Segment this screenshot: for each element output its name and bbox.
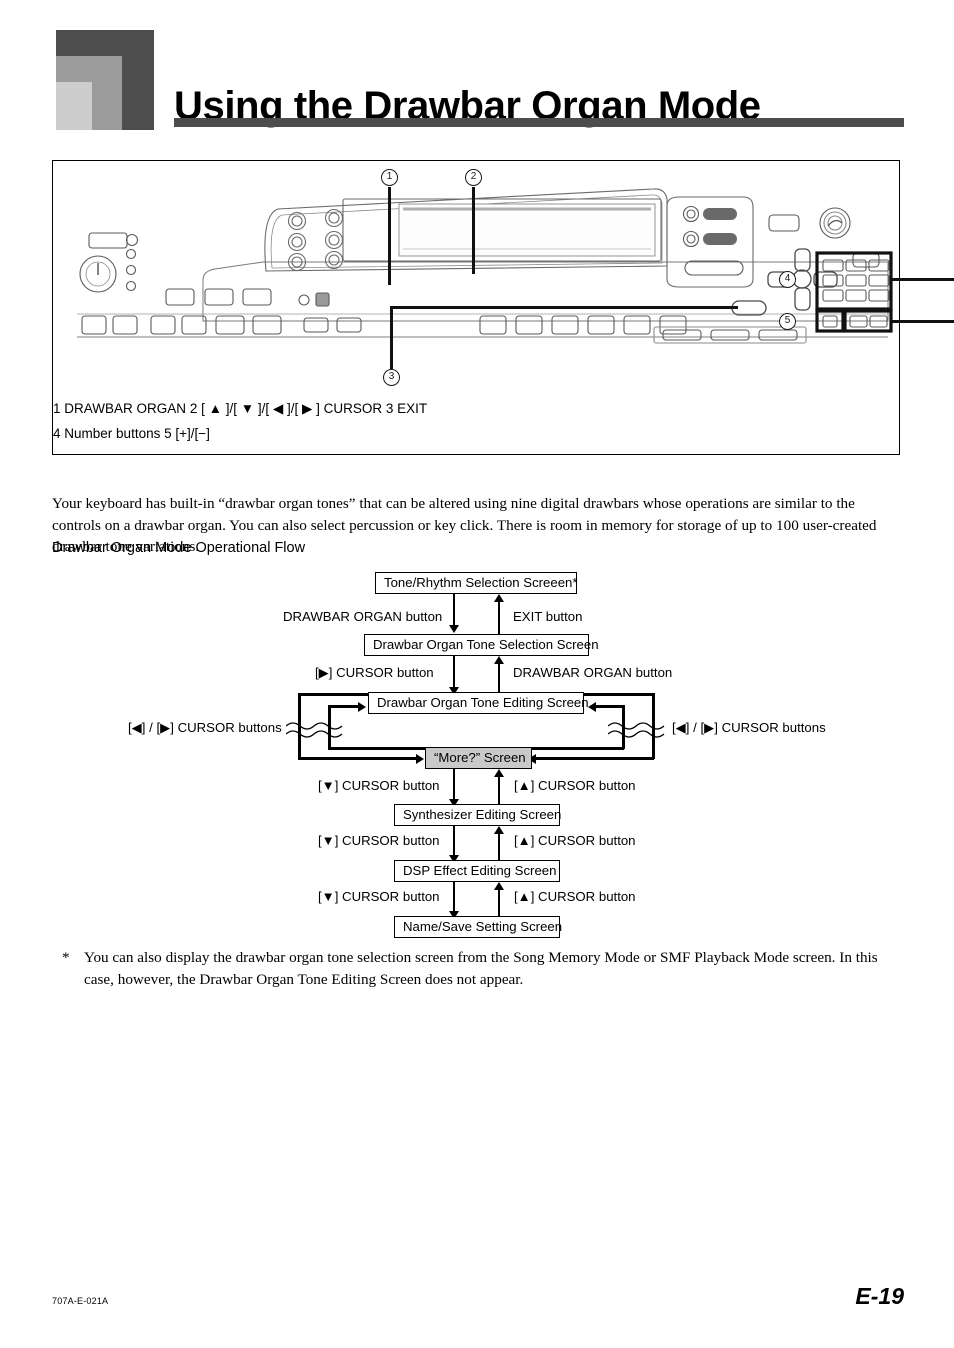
legend-index-2: 2: [189, 401, 198, 416]
flow-label-exit-up: EXIT button: [513, 609, 583, 624]
flow-line-up-2: [498, 660, 500, 696]
flow-arrow-up-2: [494, 656, 504, 664]
flow-line-up-4: [498, 830, 500, 863]
flow-line-up-1: [498, 598, 500, 634]
legend-index-4: 4: [53, 426, 61, 441]
flow-line-up-3: [498, 773, 500, 807]
legend-label-number-buttons: Number buttons: [64, 426, 161, 441]
legend-index-1: 1: [53, 401, 61, 416]
flowchart-heading: Drawbar Organ Mode Operational Flow: [52, 540, 306, 556]
flow-loop-inner-right-bottom: [522, 747, 624, 750]
header-square-light: [56, 82, 92, 130]
flow-box-name-save-setting: Name/Save Setting Screen: [394, 916, 562, 938]
callout-line-2: [472, 187, 475, 274]
legend-row: 1 DRAWBAR ORGAN 2 [ ▲ ]/[ ▼ ]/[ ◀ ]/[ ▶ …: [53, 401, 901, 426]
legend-row: 4 Number buttons 5 [+]/[−]: [53, 426, 901, 451]
flow-label-cursor-up-3: [▲] CURSOR button: [514, 889, 636, 904]
callout-line-3a: [390, 306, 393, 369]
flow-loop-outer-right-top: [582, 693, 654, 696]
callout-5: 5: [779, 313, 796, 330]
flow-arrow-up-1: [494, 594, 504, 602]
flow-label-cursor-up-1: [▲] CURSOR button: [514, 778, 636, 793]
flow-label-cursor-down-2: [▼] CURSOR button: [318, 833, 440, 848]
legend-cursor-word: CURSOR: [323, 401, 383, 416]
figure-legend: 1 DRAWBAR ORGAN 2 [ ▲ ]/[ ▼ ]/[ ◀ ]/[ ▶ …: [53, 401, 901, 451]
flow-label-cursor-up-2: [▲] CURSOR button: [514, 833, 636, 848]
operational-flow-diagram: Tone/Rhythm Selection Screeen* DRAWBAR O…: [0, 572, 954, 938]
flow-label-cursor-down-3: [▼] CURSOR button: [318, 889, 440, 904]
keyboard-illustration: [77, 188, 893, 344]
flow-loop-outer-right-bottom: [536, 757, 654, 760]
flow-label-cursor-lr-right: [◀] / [▶] CURSOR buttons: [672, 720, 826, 735]
callout-4: 4: [779, 271, 796, 288]
flow-box-dsp-effect-editing: DSP Effect Editing Screen: [394, 860, 560, 882]
legend-index-3: 3: [385, 401, 394, 416]
callout-line-1: [388, 187, 391, 285]
callout-1: 1: [381, 169, 398, 186]
flow-arrow-outer-left-into-more: [416, 754, 424, 764]
flow-loop-outer-left-top: [298, 693, 370, 696]
flow-arrow-inner-right-into-editing: [588, 702, 596, 712]
callout-line-3b: [390, 306, 738, 309]
flow-box-tone-selection: Drawbar Organ Tone Selection Screen: [364, 634, 599, 656]
legend-label-plus-minus: [+]/[−]: [175, 426, 210, 441]
title-underline-rule: [174, 118, 904, 127]
flow-label-cursor-right-down: [▶] CURSOR button: [315, 665, 434, 680]
page-number: E-19: [855, 1283, 904, 1309]
flow-arrow-inner-left-into-editing: [358, 702, 366, 712]
flow-line-up-5: [498, 886, 500, 919]
break-squiggle-left: [286, 722, 343, 738]
legend-index-5: 5: [164, 426, 172, 441]
flow-loop-outer-left-bottom: [298, 757, 418, 760]
flow-box-more-screen: “More?” Screen: [425, 747, 532, 769]
flow-label-cursor-lr-left: [◀] / [▶] CURSOR buttons: [128, 720, 282, 735]
flow-box-tone-rhythm-selection: Tone/Rhythm Selection Screeen*: [375, 572, 578, 594]
flow-box-synthesizer-editing: Synthesizer Editing Screen: [394, 804, 561, 826]
callout-line-5: [891, 320, 954, 323]
break-squiggle-right: [608, 722, 665, 738]
flow-loop-inner-right-top: [596, 705, 624, 708]
footnote-marker: *: [62, 949, 70, 966]
legend-label-cursor: [ ▲ ]/[ ▼ ]/[ ◀ ]/[ ▶ ] CURSOR: [201, 401, 382, 416]
flow-box-tone-editing: Drawbar Organ Tone Editing Screen: [368, 692, 589, 714]
flow-label-drawbar-organ-up: DRAWBAR ORGAN button: [513, 665, 673, 680]
flow-arrow-up-4: [494, 826, 504, 834]
document-code: 707A-E-021A: [52, 1296, 109, 1306]
flow-arrow-up-5: [494, 882, 504, 890]
flow-arrow-up-3: [494, 769, 504, 777]
flow-label-drawbar-organ-down: DRAWBAR ORGAN button: [283, 609, 443, 624]
callout-3: 3: [383, 369, 400, 386]
legend-cursor-arrows: [ ▲ ]/[ ▼ ]/[ ◀ ]/[ ▶ ]: [201, 401, 324, 416]
flow-loop-inner-left-bottom: [328, 747, 432, 750]
header-decoration: [56, 30, 154, 130]
footnote-text: You can also display the drawbar organ t…: [84, 949, 878, 988]
callout-line-4: [891, 278, 954, 281]
flow-arrow-down-1: [449, 625, 459, 633]
footnote: * You can also display the drawbar organ…: [62, 947, 907, 990]
flow-label-cursor-down-1: [▼] CURSOR button: [318, 778, 440, 793]
legend-label-exit: EXIT: [397, 401, 428, 416]
keyboard-figure-panel: 1 2 3 4 5 1 DRAWBAR ORGAN 2 [ ▲ ]/[ ▼ ]/…: [52, 160, 954, 455]
legend-label-drawbar-organ: DRAWBAR ORGAN: [64, 401, 187, 416]
callout-2: 2: [465, 169, 482, 186]
flow-loop-inner-left-top: [328, 705, 360, 708]
